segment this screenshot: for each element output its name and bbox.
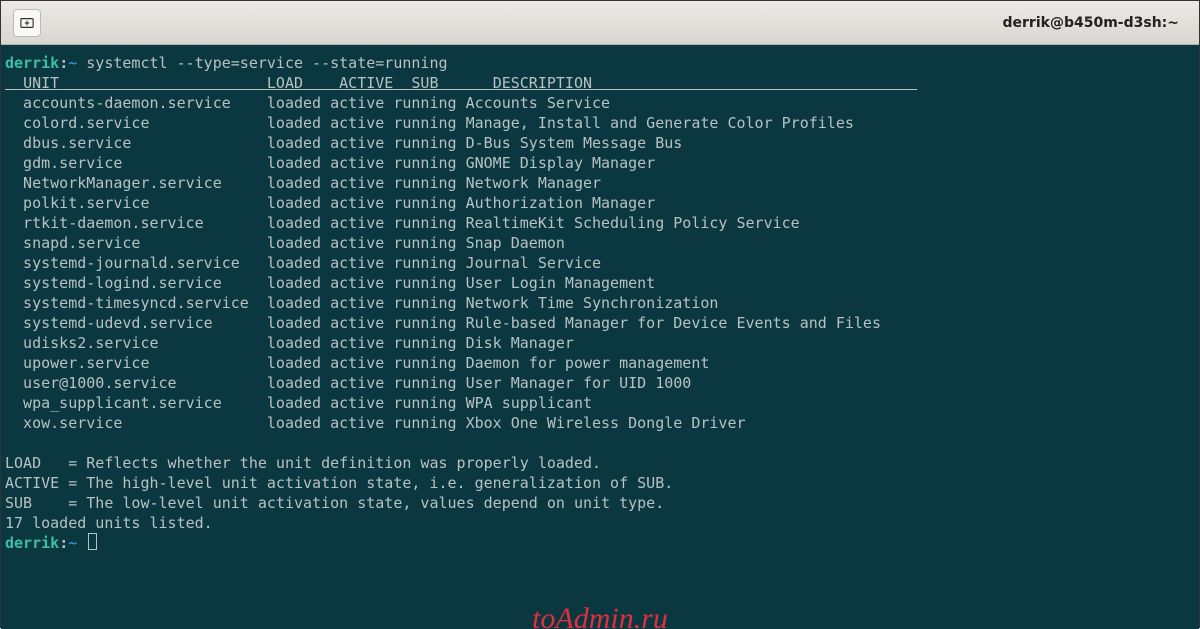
service-row: wpa_supplicant.service loaded active run… [5,393,1195,413]
service-row: rtkit-daemon.service loaded active runni… [5,213,1195,233]
legend-sub: SUB = The low-level unit activation stat… [5,493,1195,513]
new-tab-icon [20,16,34,30]
column-header-row: UNIT LOAD ACTIVE SUB DESCRIPTION [5,73,1195,93]
service-row: NetworkManager.service loaded active run… [5,173,1195,193]
blank-line [5,433,1195,453]
prompt-path: ~ [68,534,77,552]
prompt-command: systemctl --type=service --state=running [86,54,447,72]
service-row: user@1000.service loaded active running … [5,373,1195,393]
service-row: dbus.service loaded active running D-Bus… [5,133,1195,153]
service-row: systemd-timesyncd.service loaded active … [5,293,1195,313]
window-title: derrik@b450m-d3sh:~ [1003,15,1179,31]
service-row: snapd.service loaded active running Snap… [5,233,1195,253]
terminal-pane[interactable]: derrik:~ systemctl --type=service --stat… [1,45,1199,629]
col-description: DESCRIPTION [493,74,592,92]
service-row: upower.service loaded active running Dae… [5,353,1195,373]
col-active: ACTIVE [339,74,393,92]
service-row: udisks2.service loaded active running Di… [5,333,1195,353]
prompt-user: derrik [5,54,59,72]
new-tab-button[interactable] [13,9,41,37]
prompt-user: derrik [5,534,59,552]
prompt-sep: : [59,534,68,552]
service-row: systemd-udevd.service loaded active runn… [5,313,1195,333]
legend-load: LOAD = Reflects whether the unit definit… [5,453,1195,473]
service-row: gdm.service loaded active running GNOME … [5,153,1195,173]
service-row: polkit.service loaded active running Aut… [5,193,1195,213]
col-unit: UNIT [23,74,59,92]
cursor [88,533,97,550]
prompt-line-2: derrik:~ [5,533,1195,553]
legend-count: 17 loaded units listed. [5,513,1195,533]
service-row: accounts-daemon.service loaded active ru… [5,93,1195,113]
service-row: systemd-logind.service loaded active run… [5,273,1195,293]
col-sub: SUB [411,74,438,92]
titlebar: derrik@b450m-d3sh:~ [1,1,1199,45]
prompt-path: ~ [68,54,77,72]
legend-active: ACTIVE = The high-level unit activation … [5,473,1195,493]
prompt-sep: : [59,54,68,72]
col-load: LOAD [267,74,303,92]
watermark: toAdmin.ru [532,609,668,629]
service-row: xow.service loaded active running Xbox O… [5,413,1195,433]
service-row: systemd-journald.service loaded active r… [5,253,1195,273]
prompt-line: derrik:~ systemctl --type=service --stat… [5,53,1195,73]
service-row: colord.service loaded active running Man… [5,113,1195,133]
